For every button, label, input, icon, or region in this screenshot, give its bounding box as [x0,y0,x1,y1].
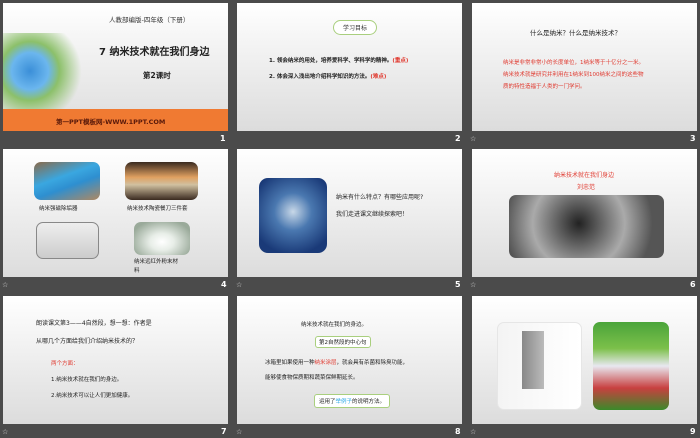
powder-image [134,222,190,255]
caption: 纳米强磁除垢器 [39,206,78,212]
footer-text: 第一PPT模板网-WWW.1PPT.COM [56,118,166,126]
animation-icon[interactable]: ☆ [470,428,476,436]
animation-icon[interactable]: ☆ [2,281,8,289]
method-note: 运用了举例子的说明方法。 [314,394,391,408]
objective-item: 2. 体会深入浅出地介绍科学知识的方法。(难点) [269,74,387,80]
slide-number: 6 [690,280,696,289]
caption: 纳米技术陶瓷餐刀三件套 [127,206,188,212]
flower-image [3,33,93,109]
sentence-text: 纳米技术就在我们的身边。 [301,322,368,328]
definition-line: 纳米技术就是研究并利用在1纳米到100纳米之间的这些物 [503,72,644,78]
paragraph-line: 冰箱里如果使用一种纳米涂层，就会具有杀菌和除臭功能， [265,360,409,366]
slide-thumbnail-4[interactable]: 纳米强磁除垢器 纳米技术陶瓷餐刀三件套 纳米远红外粉末材 料 [3,149,228,277]
slide-thumbnail-8[interactable]: 纳米技术就在我们的身边。 第2自然段的中心句 冰箱里如果使用一种纳米涂层，就会具… [237,296,462,424]
slide-thumbnail-3[interactable]: 什么是纳米？什么是纳米技术？ 纳米是非常非常小的长度单位，1纳米等于十亿分之一米… [472,3,697,131]
answer-point: 1.纳米技术就在我们的身边。 [51,377,123,383]
objective-badge: 学习目标 [333,20,378,35]
nano-robot-image [259,178,327,253]
lesson-text: 第2课时 [143,71,171,80]
animation-icon[interactable]: ☆ [236,281,242,289]
slide-number: 3 [690,134,696,143]
prompt-text: 我们走进课文继续探索吧！ [336,211,409,218]
slide-thumbnail-7[interactable]: 朗读课文第3——4自然段，想一想：作者是 从哪几个方面给我们介绍纳米技术的？ 两… [3,296,228,424]
nanotube-image [509,195,664,258]
answer-heading: 两个方面： [51,361,79,367]
slide-thumbnail-9[interactable] [472,296,697,424]
caption: 纳米远红外粉末材 [134,259,179,265]
slide-number: 4 [221,280,227,289]
slide-thumbnail-5[interactable]: 纳米有什么特点？有哪些应用呢? 我们走进课文继续探索吧！ [237,149,462,277]
knife-set-image [125,162,198,200]
slide-number: 2 [455,134,461,143]
slide-thumbnail-2[interactable]: 学习目标 1. 领会纳米的用处，培养爱科学、学科学的精神。(重点) 2. 体会深… [237,3,462,131]
author-text: 刘忠范 [577,184,596,191]
descaler-image [34,162,100,200]
definition-line: 质的特性造福于人类的一门学问。 [503,84,586,90]
paragraph-line: 能够使食物保质期和蔬菜保鲜期延长。 [265,375,359,381]
animation-icon[interactable]: ☆ [470,281,476,289]
slide-number: 9 [690,427,696,436]
slide-number: 7 [221,427,227,436]
animation-icon[interactable]: ☆ [470,135,476,143]
question-text: 什么是纳米？什么是纳米技术？ [530,29,621,37]
slide-number: 8 [455,427,461,436]
slide-title: 纳米技术就在我们身边 [554,172,615,179]
product-box-image [36,222,99,259]
animation-icon[interactable]: ☆ [236,428,242,436]
definition-line: 纳米是非常非常小的长度单位，1纳米等于十亿分之一米。 [503,60,645,66]
callout-box: 第2自然段的中心句 [315,336,371,348]
objective-item: 1. 领会纳米的用处，培养爱科学、学科学的精神。(重点) [269,58,409,64]
instruction-line: 朗读课文第3——4自然段，想一想：作者是 [36,320,152,327]
question-text: 纳米有什么特点？有哪些应用呢? [336,194,424,201]
answer-point: 2.纳米技术可以让人们更加健康。 [51,393,134,399]
instruction-line: 从哪几个方面给我们介绍纳米技术的？ [36,338,139,345]
slide-title: 7 纳米技术就在我们身边 [99,47,210,58]
animation-icon[interactable]: ☆ [2,428,8,436]
slide-thumbnail-1[interactable]: 人教部编版-四年级（下册） 7 纳米技术就在我们身边 第2课时 第一PPT模板网… [3,3,228,131]
edition-text: 人教部编版-四年级（下册） [109,16,190,24]
slide-number: 1 [220,134,226,143]
fridge-door [522,331,544,389]
slide-number: 5 [455,280,461,289]
slide-thumbnail-6[interactable]: 纳米技术就在我们身边 刘忠范 [472,149,697,277]
caption: 料 [134,268,140,274]
freshness-product-image [593,322,669,410]
